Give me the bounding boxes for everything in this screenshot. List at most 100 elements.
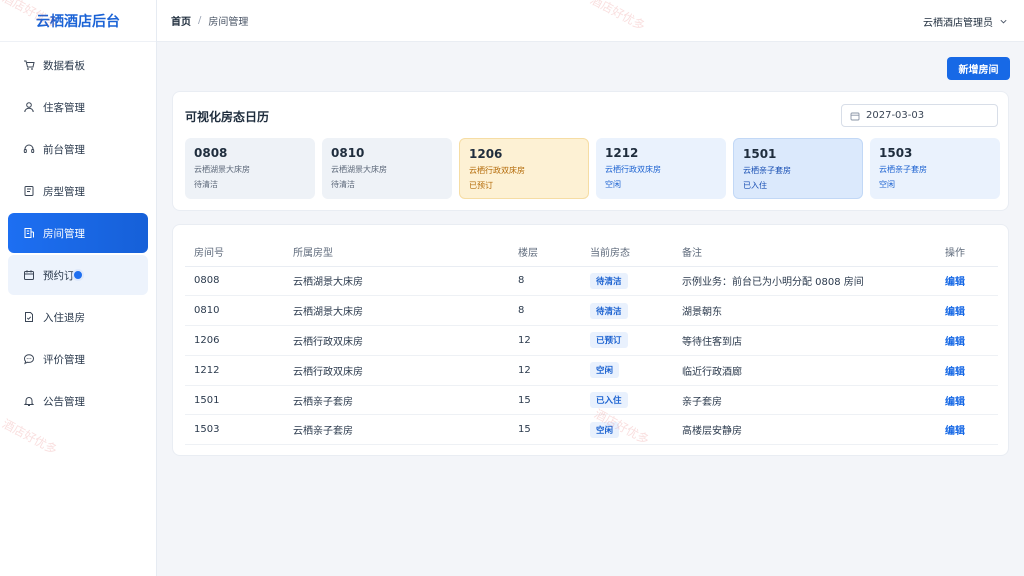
table-row: 0810 云栖湖景大床房 8 待清洁 湖景朝东 编辑 bbox=[185, 295, 998, 327]
room-type: 云栖亲子套房 bbox=[879, 165, 927, 174]
calendar-icon bbox=[23, 269, 35, 281]
room-status: 已预订 bbox=[469, 181, 493, 190]
new-room-button[interactable]: 新增房间 bbox=[947, 57, 1010, 80]
sidebar-item-label: 数据看板 bbox=[43, 59, 85, 72]
top-bar: 首页 / 房间管理 云栖酒店管理员 bbox=[157, 0, 1024, 42]
column-header: 当前房态 bbox=[581, 237, 673, 267]
sidebar-item-reviews[interactable]: 评价管理 bbox=[8, 339, 148, 379]
sidebar-item-label: 住客管理 bbox=[43, 101, 85, 114]
sidebar-item-booking[interactable]: 预约订 bbox=[8, 255, 148, 295]
cell-floor: 12 bbox=[509, 325, 581, 356]
sidebar-item-frontdesk[interactable]: 前台管理 bbox=[8, 129, 148, 169]
sidebar-item-label: 房型管理 bbox=[43, 185, 85, 198]
status-badge: 待清洁 bbox=[590, 272, 628, 289]
calendar-icon bbox=[850, 112, 860, 120]
table-row: 1212 云栖行政双床房 12 空闲 临近行政酒廊 编辑 bbox=[185, 355, 998, 386]
calendar-title: 可视化房态日历 bbox=[185, 110, 270, 124]
cell-floor: 8 bbox=[509, 266, 581, 297]
room-tile[interactable]: 0810 云栖湖景大床房 待清洁 bbox=[322, 138, 452, 199]
cell-room-number: 1212 bbox=[185, 355, 284, 386]
sidebar-item-label: 公告管理 bbox=[43, 395, 85, 408]
cell-room-type: 云栖亲子套房 bbox=[284, 414, 509, 446]
room-tile[interactable]: 1206 云栖行政双床房 已预订 bbox=[459, 138, 589, 199]
sidebar: 云栖酒店后台 数据看板 住客管理 前台管理 房型管理 房间管理 预约订 入住退房… bbox=[0, 0, 157, 576]
room-type: 云栖亲子套房 bbox=[743, 166, 791, 175]
room-number: 1212 bbox=[605, 146, 639, 160]
room-tile[interactable]: 1503 云栖亲子套房 空闲 bbox=[870, 138, 1000, 199]
breadcrumb-separator: / bbox=[198, 15, 202, 26]
cell-room-number: 1503 bbox=[185, 414, 284, 446]
cell-action: 编辑 bbox=[936, 325, 998, 356]
breadcrumb-home[interactable]: 首页 bbox=[171, 13, 191, 28]
cell-room-type: 云栖行政双床房 bbox=[284, 355, 509, 386]
sidebar-item-guests[interactable]: 住客管理 bbox=[8, 87, 148, 127]
room-tiles: 0808 云栖湖景大床房 待清洁 0810 云栖湖景大床房 待清洁 1206 云… bbox=[185, 138, 1000, 199]
room-status: 已入住 bbox=[743, 181, 767, 190]
cell-action: 编辑 bbox=[936, 295, 998, 327]
table-row: 1503 云栖亲子套房 15 空闲 高楼层安静房 编辑 bbox=[185, 414, 998, 446]
cell-room-type: 云栖亲子套房 bbox=[284, 385, 509, 416]
table-row: 1206 云栖行政双床房 12 已预订 等待住客到店 编辑 bbox=[185, 325, 998, 356]
room-number: 1206 bbox=[469, 147, 503, 161]
edit-link[interactable]: 编辑 bbox=[945, 277, 965, 288]
room-number: 0810 bbox=[331, 146, 365, 160]
cell-status: 待清洁 bbox=[581, 266, 673, 297]
rooms-table-card: 房间号 所属房型 楼层 当前房态 备注 操作 0808 云栖湖景大床房 8 待清… bbox=[172, 224, 1009, 456]
app-logo-title: 云栖酒店后台 bbox=[0, 0, 156, 42]
cell-note: 示例业务：前台已为小明分配 0808 房间 bbox=[673, 266, 936, 297]
status-badge: 已预订 bbox=[590, 332, 628, 349]
edit-link[interactable]: 编辑 bbox=[945, 307, 965, 318]
room-tile[interactable]: 1501 云栖亲子套房 已入住 bbox=[733, 138, 863, 199]
sidebar-item-label: 预约订 bbox=[43, 269, 75, 282]
cell-room-type: 云栖湖景大床房 bbox=[284, 295, 509, 327]
sidebar-item-label: 前台管理 bbox=[43, 143, 85, 156]
date-picker[interactable]: 2027-03-03 bbox=[841, 104, 998, 127]
chevron-down-icon bbox=[1000, 19, 1007, 23]
room-status-calendar-card: 可视化房态日历 2027-03-03 0808 云栖湖景大床房 待清洁 0810… bbox=[172, 91, 1009, 211]
document-icon bbox=[23, 311, 35, 323]
sidebar-menu: 数据看板 住客管理 前台管理 房型管理 房间管理 预约订 入住退房 评价管理 公… bbox=[0, 42, 156, 421]
status-badge: 空闲 bbox=[590, 362, 620, 379]
user-menu[interactable]: 云栖酒店管理员 bbox=[923, 0, 1008, 42]
cart-icon bbox=[23, 59, 35, 71]
cell-status: 已预订 bbox=[581, 325, 673, 356]
column-header: 楼层 bbox=[509, 237, 581, 267]
room-number: 1503 bbox=[879, 146, 913, 160]
table-header-row: 房间号 所属房型 楼层 当前房态 备注 操作 bbox=[185, 237, 998, 267]
column-header: 所属房型 bbox=[284, 237, 509, 267]
sidebar-item-dashboard[interactable]: 数据看板 bbox=[8, 45, 148, 85]
cell-action: 编辑 bbox=[936, 414, 998, 446]
cell-note: 高楼层安静房 bbox=[673, 414, 936, 446]
status-badge: 已入住 bbox=[590, 392, 628, 409]
room-status: 空闲 bbox=[605, 180, 621, 189]
room-tile[interactable]: 0808 云栖湖景大床房 待清洁 bbox=[185, 138, 315, 199]
sidebar-item-notices[interactable]: 公告管理 bbox=[8, 381, 148, 421]
edit-link[interactable]: 编辑 bbox=[945, 426, 965, 437]
date-value: 2027-03-03 bbox=[866, 110, 925, 121]
cell-room-number: 0810 bbox=[185, 295, 284, 327]
bell-icon bbox=[23, 395, 35, 407]
cell-floor: 15 bbox=[509, 414, 581, 446]
cell-room-number: 1501 bbox=[185, 385, 284, 416]
cell-note: 湖景朝东 bbox=[673, 295, 936, 327]
sidebar-item-roomtypes[interactable]: 房型管理 bbox=[8, 171, 148, 211]
cell-note: 临近行政酒廊 bbox=[673, 355, 936, 386]
breadcrumb-current: 房间管理 bbox=[208, 17, 249, 28]
building-icon bbox=[23, 227, 35, 239]
cell-floor: 8 bbox=[509, 295, 581, 327]
user-name: 云栖酒店管理员 bbox=[923, 17, 993, 29]
edit-link[interactable]: 编辑 bbox=[945, 337, 965, 348]
headset-icon bbox=[23, 143, 35, 155]
card-icon bbox=[23, 185, 35, 197]
cell-action: 编辑 bbox=[936, 355, 998, 386]
column-header: 备注 bbox=[673, 237, 936, 267]
edit-link[interactable]: 编辑 bbox=[945, 397, 965, 408]
sidebar-item-rooms[interactable]: 房间管理 bbox=[8, 213, 148, 253]
cell-floor: 12 bbox=[509, 355, 581, 386]
user-icon bbox=[23, 101, 35, 113]
sidebar-item-checkin[interactable]: 入住退房 bbox=[8, 297, 148, 337]
room-tile[interactable]: 1212 云栖行政双床房 空闲 bbox=[596, 138, 726, 199]
status-badge: 空闲 bbox=[590, 421, 620, 438]
edit-link[interactable]: 编辑 bbox=[945, 367, 965, 378]
room-status: 待清洁 bbox=[331, 180, 355, 189]
